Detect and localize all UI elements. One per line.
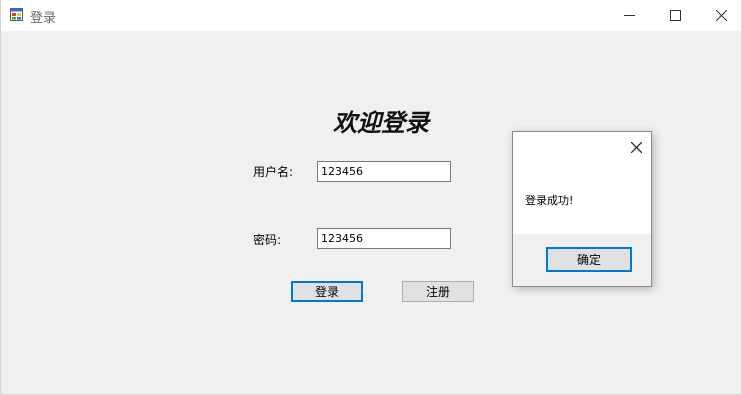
dialog-message: 登录成功! <box>525 194 574 207</box>
close-button[interactable] <box>698 0 742 31</box>
message-dialog: 登录成功! 确定 <box>512 131 652 287</box>
minimize-button[interactable] <box>606 0 652 31</box>
minimize-icon <box>623 15 635 16</box>
register-button[interactable]: 注册 <box>402 281 474 302</box>
username-input[interactable]: 123456 <box>317 161 451 182</box>
username-label: 用户名: <box>253 165 294 179</box>
ok-button[interactable]: 确定 <box>546 247 632 272</box>
close-icon <box>715 10 727 21</box>
maximize-button[interactable] <box>652 0 698 31</box>
title-bar[interactable]: 登录 <box>1 0 741 31</box>
maximize-icon <box>669 10 681 21</box>
login-button[interactable]: 登录 <box>291 281 363 302</box>
welcome-heading: 欢迎登录 <box>333 108 429 137</box>
password-input[interactable]: 123456 <box>317 228 451 249</box>
dialog-footer: 确定 <box>513 234 651 286</box>
dialog-close-button[interactable] <box>627 138 645 156</box>
app-window-icon <box>10 8 23 21</box>
login-window: 登录 欢迎登录 用户名: 123456 密码: 123456 登录 注册 登录成… <box>0 0 742 395</box>
password-label: 密码: <box>253 233 282 247</box>
window-title: 登录 <box>30 11 57 26</box>
close-icon <box>630 141 642 153</box>
